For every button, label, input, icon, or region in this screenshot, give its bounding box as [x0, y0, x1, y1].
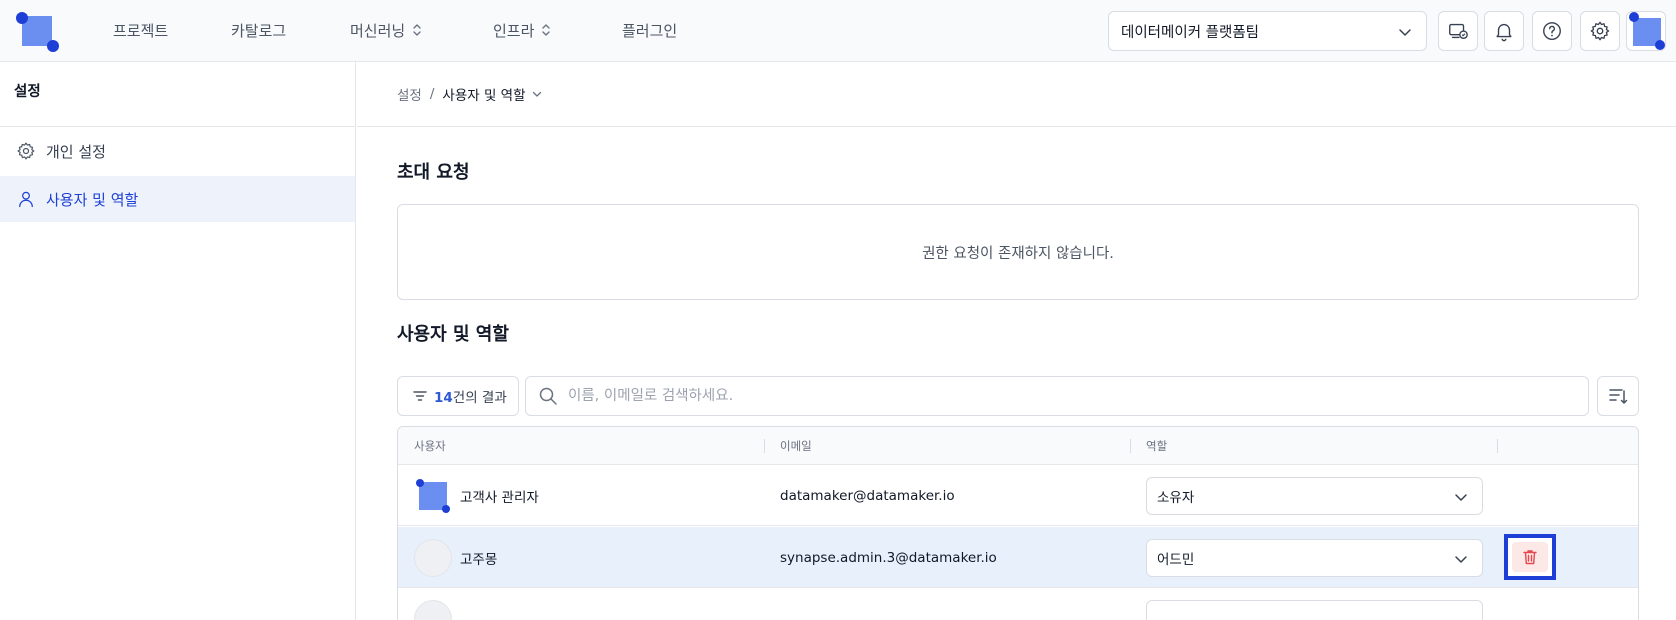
chevron-down-icon: [1455, 494, 1467, 501]
user-email: datamaker@datamaker.io: [780, 487, 955, 504]
sidebar-item-users-and-roles[interactable]: 사용자 및 역할: [0, 176, 355, 222]
breadcrumb-current-label: 사용자 및 역할: [442, 88, 526, 104]
chevron-up-down-icon: [413, 24, 421, 36]
column-header-role: 역할: [1146, 439, 1168, 453]
nav-item-label: 프로젝트: [113, 21, 169, 40]
notifications-button[interactable]: [1484, 11, 1524, 51]
avatar: [414, 477, 452, 515]
role-select[interactable]: 어드민: [1146, 539, 1483, 577]
table-row[interactable]: 고객사 관리자 datamaker@datamaker.io 소유자: [398, 465, 1638, 526]
user-name: 고객사 관리자: [460, 489, 539, 506]
user-icon: [19, 191, 33, 208]
sort-button[interactable]: [1597, 376, 1639, 416]
sidebar-item-label: 개인 설정: [46, 142, 106, 161]
chevron-down-icon: [532, 91, 541, 97]
top-navigation-bar: 프로젝트 카탈로그 머신러닝 인프라 플러그인 데이터메이커 플랫폼팀: [0, 0, 1676, 62]
user-email: synapse.admin.3@datamaker.io: [780, 549, 997, 566]
avatar: [414, 538, 452, 577]
result-count: 14: [434, 390, 453, 406]
nav-item-label: 머신러닝: [350, 21, 406, 40]
app-logo[interactable]: [16, 12, 60, 52]
user-name: 고주몽: [460, 551, 498, 568]
user-cell: 고객사 관리자: [414, 465, 539, 526]
chevron-up-down-icon: [542, 24, 551, 36]
chevron-down-icon: [1399, 29, 1411, 36]
main-content: 설정 / 사용자 및 역할 초대 요청 권한 요청이 존재하지 않습니다. 사용…: [357, 62, 1676, 620]
monitor-sync-button[interactable]: [1438, 11, 1478, 51]
search-input[interactable]: [568, 388, 1588, 404]
column-header-user: 사용자: [414, 439, 446, 453]
organization-select[interactable]: 데이터메이커 플랫폼팀: [1108, 11, 1427, 51]
breadcrumb: 설정 / 사용자 및 역할: [397, 84, 542, 104]
breadcrumb-current[interactable]: 사용자 및 역할: [442, 84, 541, 104]
settings-button[interactable]: [1580, 11, 1620, 51]
table-row[interactable]: [398, 588, 1638, 620]
organization-select-value: 데이터메이커 플랫폼팀: [1121, 24, 1260, 41]
search-icon: [539, 387, 557, 405]
invite-requests-title: 초대 요청: [397, 162, 470, 183]
column-separator: [1497, 439, 1498, 453]
monitor-sync-icon: [1449, 23, 1468, 40]
filter-icon: [413, 391, 427, 401]
nav-item-infra[interactable]: 인프라: [493, 19, 552, 41]
table-header: 사용자 이메일 역할: [398, 427, 1638, 465]
role-select[interactable]: [1146, 600, 1483, 620]
result-suffix: 건의 결과: [452, 390, 507, 406]
nav-item-plugins[interactable]: 플러그인: [622, 19, 677, 41]
sidebar-title: 설정: [14, 84, 41, 100]
search-field[interactable]: [525, 376, 1589, 416]
chevron-down-icon: [1455, 556, 1467, 563]
filter-button[interactable]: 14건의 결과: [397, 376, 519, 416]
delete-button-surface: [1512, 542, 1548, 572]
nav-item-projects[interactable]: 프로젝트: [113, 19, 168, 41]
breadcrumb-root[interactable]: 설정: [397, 84, 422, 104]
nav-item-label: 인프라: [493, 21, 535, 40]
role-select[interactable]: 소유자: [1146, 477, 1483, 515]
user-avatar-button[interactable]: [1626, 11, 1666, 51]
sidebar-divider: [0, 126, 356, 127]
user-cell: 고주몽: [414, 527, 497, 588]
main-divider: [357, 126, 1676, 127]
users-and-roles-title: 사용자 및 역할: [397, 324, 509, 345]
nav-item-label: 카탈로그: [231, 21, 287, 40]
sidebar-item-personal-settings[interactable]: 개인 설정: [0, 128, 355, 174]
role-select-value: 소유자: [1157, 490, 1195, 506]
nav-item-machine-learning[interactable]: 머신러닝: [350, 19, 423, 41]
sort-icon: [1609, 389, 1628, 404]
help-icon: [1543, 22, 1561, 40]
help-button[interactable]: [1532, 11, 1572, 51]
table-row[interactable]: 고주몽 synapse.admin.3@datamaker.io 어드민: [398, 527, 1638, 588]
role-select-value: 어드민: [1157, 552, 1195, 568]
sidebar-item-label: 사용자 및 역할: [46, 190, 139, 209]
gear-icon: [1590, 21, 1610, 41]
column-header-email: 이메일: [780, 439, 812, 453]
empty-message: 권한 요청이 존재하지 않습니다.: [922, 245, 1114, 262]
users-table: 사용자 이메일 역할 고객사 관리자 datamaker@datamaker.i…: [397, 426, 1639, 620]
sidebar: 설정 개인 설정 사용자 및 역할: [0, 62, 356, 620]
nav-item-catalog[interactable]: 카탈로그: [231, 19, 286, 41]
bell-icon: [1496, 23, 1512, 42]
delete-user-button[interactable]: [1504, 534, 1556, 580]
invite-requests-empty-state: 권한 요청이 존재하지 않습니다.: [397, 204, 1639, 300]
avatar: [414, 600, 452, 620]
gear-icon: [17, 142, 35, 160]
breadcrumb-separator: /: [429, 86, 435, 102]
nav-item-label: 플러그인: [622, 21, 678, 40]
trash-icon: [1523, 550, 1537, 565]
